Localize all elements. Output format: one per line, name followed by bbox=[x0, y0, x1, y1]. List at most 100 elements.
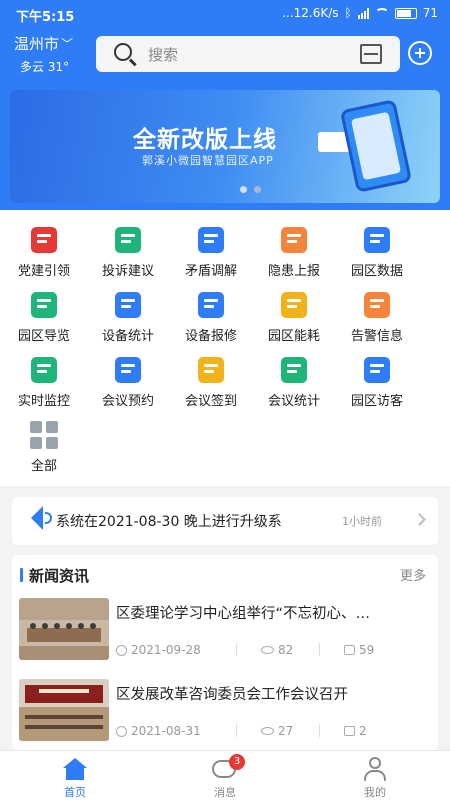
grid-item-map-pin[interactable]: 园区导览 bbox=[4, 279, 84, 344]
pagination-dot[interactable] bbox=[240, 186, 247, 193]
thumbs-up-icon bbox=[344, 645, 355, 655]
status-time: 下午5:15 bbox=[16, 10, 75, 25]
eye-icon bbox=[261, 727, 274, 735]
map-pin-icon bbox=[28, 289, 60, 321]
atom-icon bbox=[361, 224, 393, 256]
people-icon bbox=[195, 224, 227, 256]
banner-title-part2: 改版上线 bbox=[181, 127, 277, 153]
promo-banner[interactable]: 全新改版上线 郭溪小微园智慧园区APP bbox=[10, 90, 440, 203]
grid-item-label: 党建引领 bbox=[17, 264, 70, 279]
battery-icon bbox=[394, 7, 417, 19]
pagination-dot-active[interactable] bbox=[254, 186, 261, 193]
news-item[interactable]: 区委理论学习中心组举行“不忘初心、… 2021-09-28 82 59 bbox=[19, 598, 433, 662]
grid-item-label: 设备报修 bbox=[184, 329, 237, 344]
status-bar: 下午5:15 ...12.6K/s ᛒ 71 bbox=[0, 0, 450, 28]
tab-label: 我的 bbox=[364, 786, 386, 799]
grid-item-atom[interactable]: 园区数据 bbox=[337, 214, 417, 279]
add-circle-icon[interactable] bbox=[408, 41, 432, 65]
tab-profile[interactable]: 我的 bbox=[335, 751, 415, 800]
likes-text: 2 bbox=[359, 724, 367, 738]
notice-text: 系统在2021-08-30 晚上进行升级系 bbox=[56, 514, 282, 530]
grid-item-mail[interactable]: 投诉建议 bbox=[88, 214, 168, 279]
chevron-down-icon: ﹀ bbox=[61, 37, 74, 51]
news-item-date: 2021-08-31 bbox=[116, 724, 201, 738]
app-header: 下午5:15 ...12.6K/s ᛒ 71 温州市 ﹀ 多云 31° 搜索 全… bbox=[0, 0, 450, 210]
user-icon bbox=[364, 757, 386, 781]
grid-item-label: 会议签到 bbox=[184, 394, 237, 409]
unread-badge: 3 bbox=[229, 754, 245, 770]
calendar-clock-icon bbox=[112, 354, 144, 386]
thumbs-up-icon bbox=[344, 726, 355, 736]
weather-info: 多云 31° bbox=[20, 60, 70, 74]
grid-item-warning[interactable]: 隐患上报 bbox=[254, 214, 334, 279]
grid-item-label: 设备统计 bbox=[101, 329, 154, 344]
grid-item-all-grid[interactable]: 全部 bbox=[4, 409, 84, 474]
home-icon bbox=[63, 758, 87, 780]
grid-item-gear-wrench[interactable]: 设备报修 bbox=[171, 279, 251, 344]
news-item-title: 区发展改革咨询委员会工作会议召开 bbox=[116, 687, 348, 703]
tab-home[interactable]: 首页 bbox=[35, 751, 115, 800]
divider bbox=[319, 724, 320, 737]
tab-label: 消息 bbox=[214, 786, 236, 799]
grid-item-feather-pen[interactable]: 会议签到 bbox=[171, 344, 251, 409]
grid-item-label: 投诉建议 bbox=[101, 264, 154, 279]
grid-item-visitor-card[interactable]: 园区访客 bbox=[337, 344, 417, 409]
tab-messages[interactable]: 3 消息 bbox=[185, 751, 265, 800]
section-accent-bar bbox=[20, 568, 23, 582]
energy-cycle-icon bbox=[278, 289, 310, 321]
news-more-link[interactable]: 更多 bbox=[400, 565, 426, 584]
banner-pagination bbox=[240, 186, 261, 193]
status-icons: ...12.6K/s ᛒ 71 bbox=[282, 6, 438, 20]
clock-icon bbox=[116, 725, 127, 737]
all-grid-icon bbox=[28, 419, 60, 451]
news-section: 新闻资讯 更多 区委理论学习中心组举行“不忘初心、… 2021-09-28 82… bbox=[12, 555, 438, 750]
divider bbox=[236, 724, 237, 737]
grid-item-label: 全部 bbox=[30, 459, 57, 474]
bottom-tab-bar: 首页 3 消息 我的 bbox=[0, 750, 450, 800]
divider bbox=[236, 643, 237, 656]
grid-item-party-flag[interactable]: 党建引领 bbox=[4, 214, 84, 279]
grid-item-people[interactable]: 矛盾调解 bbox=[171, 214, 251, 279]
grid-item-calendar-clock[interactable]: 会议预约 bbox=[88, 344, 168, 409]
banner-title: 全新改版上线 bbox=[133, 120, 277, 154]
search-bar[interactable]: 搜索 bbox=[96, 36, 400, 72]
clock-icon bbox=[116, 644, 127, 656]
grid-item-energy-cycle[interactable]: 园区能耗 bbox=[254, 279, 334, 344]
date-text: 2021-09-28 bbox=[131, 643, 201, 657]
party-flag-icon bbox=[28, 224, 60, 256]
signal-icon bbox=[357, 7, 369, 19]
city-selector[interactable]: 温州市 ﹀ bbox=[14, 33, 73, 54]
battery-level: 71 bbox=[422, 6, 438, 20]
news-item[interactable]: 区发展改革咨询委员会工作会议召开 2021-08-31 27 2 bbox=[19, 679, 433, 743]
grid-item-monitor-chart[interactable]: 设备统计 bbox=[88, 279, 168, 344]
city-name: 温州市 bbox=[14, 35, 60, 53]
grid-item-alarm-light[interactable]: 告警信息 bbox=[337, 279, 417, 344]
alarm-light-icon bbox=[361, 289, 393, 321]
grid-item-label: 隐患上报 bbox=[267, 264, 320, 279]
news-item-likes: 59 bbox=[344, 643, 374, 657]
divider bbox=[319, 643, 320, 656]
system-notice[interactable]: 系统在2021-08-30 晚上进行升级系 1小时前 bbox=[12, 497, 438, 545]
news-item-date: 2021-09-28 bbox=[116, 643, 201, 657]
scan-icon[interactable] bbox=[360, 44, 382, 64]
feather-pen-icon bbox=[195, 354, 227, 386]
news-thumbnail bbox=[19, 598, 109, 660]
camera-icon bbox=[28, 354, 60, 386]
views-text: 82 bbox=[278, 643, 294, 657]
bluetooth-icon: ᛒ bbox=[344, 6, 352, 20]
date-text: 2021-08-31 bbox=[131, 724, 201, 738]
grid-item-label: 会议统计 bbox=[267, 394, 320, 409]
search-input[interactable]: 搜索 bbox=[148, 44, 178, 65]
grid-item-label: 园区访客 bbox=[350, 394, 403, 409]
grid-item-board-chart[interactable]: 会议统计 bbox=[254, 344, 334, 409]
tab-label: 首页 bbox=[64, 786, 86, 799]
search-icon bbox=[114, 43, 132, 61]
grid-item-label: 告警信息 bbox=[350, 329, 403, 344]
news-thumbnail bbox=[19, 679, 109, 741]
mail-icon bbox=[112, 224, 144, 256]
likes-text: 59 bbox=[359, 643, 375, 657]
grid-item-camera[interactable]: 实时监控 bbox=[4, 344, 84, 409]
views-text: 27 bbox=[278, 724, 294, 738]
visitor-card-icon bbox=[361, 354, 393, 386]
speaker-icon bbox=[31, 506, 43, 530]
